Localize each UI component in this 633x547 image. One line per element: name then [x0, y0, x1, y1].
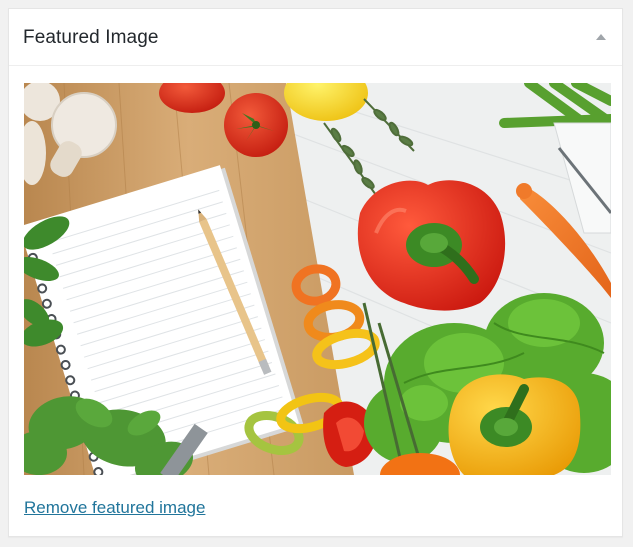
- metabox-header: Featured Image: [9, 9, 622, 66]
- metabox-title: Featured Image: [23, 27, 159, 48]
- triangle-up-icon: [596, 34, 606, 40]
- featured-image-metabox: Featured Image Remove featured image: [8, 8, 623, 537]
- featured-image-thumbnail[interactable]: [24, 83, 611, 475]
- remove-featured-image-link[interactable]: Remove featured image: [24, 497, 205, 519]
- vegetables-photo: [24, 83, 611, 475]
- collapse-toggle-button[interactable]: [588, 23, 614, 49]
